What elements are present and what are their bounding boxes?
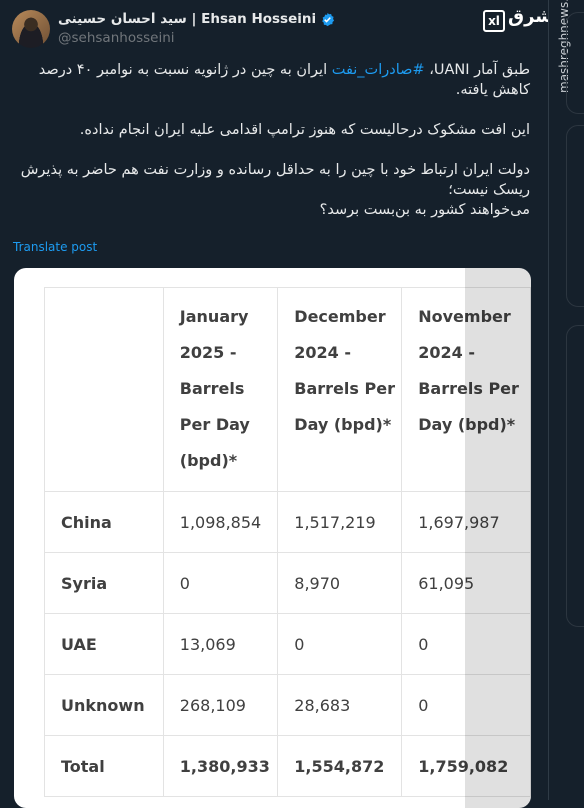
tweet-paragraph: دولت ایران ارتباط خود با چین را به حداقل… <box>20 162 530 198</box>
table-row: Unknown 268,109 28,683 0 <box>44 674 531 736</box>
table-cell: 0 <box>162 552 279 614</box>
author-name[interactable]: سید احسان حسینی | Ehsan Hosseini <box>58 11 316 27</box>
table-total-row: Total 1,380,933 1,554,872 1,759,082 <box>44 735 531 797</box>
hashtag-link[interactable]: #صادرات_نفت <box>332 62 425 78</box>
tweet-header: سید احسان حسینی | Ehsan Hosseini @sehsan… <box>12 8 532 48</box>
row-label: Unknown <box>44 674 164 736</box>
table-header-row: January 2025 - Barrels Per Day (bpd)* De… <box>44 287 531 492</box>
table-cell: 0 <box>277 613 403 675</box>
table-cell: 8,970 <box>277 552 403 614</box>
table-header-cell <box>44 287 164 492</box>
tweet-body: طبق آمار UANI، #صادرات_نفت ایران به چین … <box>14 60 530 220</box>
tweet-paragraph: می‌خواهند کشور به بن‌بست برسد؟ <box>319 202 530 218</box>
table-header-cell: December 2024 - Barrels Per Day (bpd)* <box>277 287 403 492</box>
tweet-paragraph: طبق آمار UANI، #صادرات_نفت ایران به چین … <box>14 60 530 100</box>
watermark-logo-icon: xl <box>483 10 505 32</box>
tweet: سید احسان حسینی | Ehsan Hosseini @sehsan… <box>0 0 565 808</box>
oil-exports-table: January 2025 - Barrels Per Day (bpd)* De… <box>44 287 531 797</box>
table-row: China 1,098,854 1,517,219 1,697,987 <box>44 491 531 553</box>
row-label: China <box>44 491 164 553</box>
table-header-cell: January 2025 - Barrels Per Day (bpd)* <box>162 287 279 492</box>
table-cell: 1,554,872 <box>277 735 403 797</box>
side-panel <box>566 12 584 114</box>
table-cell: 13,069 <box>162 613 279 675</box>
table-cell: 0 <box>401 613 531 675</box>
author-handle[interactable]: @sehsanhosseini <box>58 30 175 46</box>
table-header-cell: November 2024 - Barrels Per Day (bpd)* <box>401 287 531 492</box>
side-panel <box>566 125 584 307</box>
table-cell: 1,517,219 <box>277 491 403 553</box>
attached-image[interactable]: January 2025 - Barrels Per Day (bpd)* De… <box>14 268 531 808</box>
table-cell: 28,683 <box>277 674 403 736</box>
tweet-paragraph: این افت مشکوک درحالیست که هنوز ترامپ اقد… <box>79 122 530 138</box>
table-row: Syria 0 8,970 61,095 <box>44 552 531 614</box>
table-cell: 61,095 <box>401 552 531 614</box>
row-label: Syria <box>44 552 164 614</box>
table-cell: 1,380,933 <box>162 735 279 797</box>
side-panel <box>566 325 584 627</box>
avatar[interactable] <box>12 10 50 48</box>
verified-badge-icon <box>320 12 335 27</box>
table-cell: 1,098,854 <box>162 491 279 553</box>
row-label: Total <box>44 735 164 797</box>
translate-post-link[interactable]: Translate post <box>13 240 97 254</box>
author-name-line[interactable]: سید احسان حسینی | Ehsan Hosseini <box>58 11 335 27</box>
paragraph-text: طبق آمار UANI، <box>424 62 530 78</box>
table-cell: 1,759,082 <box>401 735 531 797</box>
table-cell: 1,697,987 <box>401 491 531 553</box>
table-cell: 0 <box>401 674 531 736</box>
table-cell: 268,109 <box>162 674 279 736</box>
table-row: UAE 13,069 0 0 <box>44 613 531 675</box>
row-label: UAE <box>44 613 164 675</box>
